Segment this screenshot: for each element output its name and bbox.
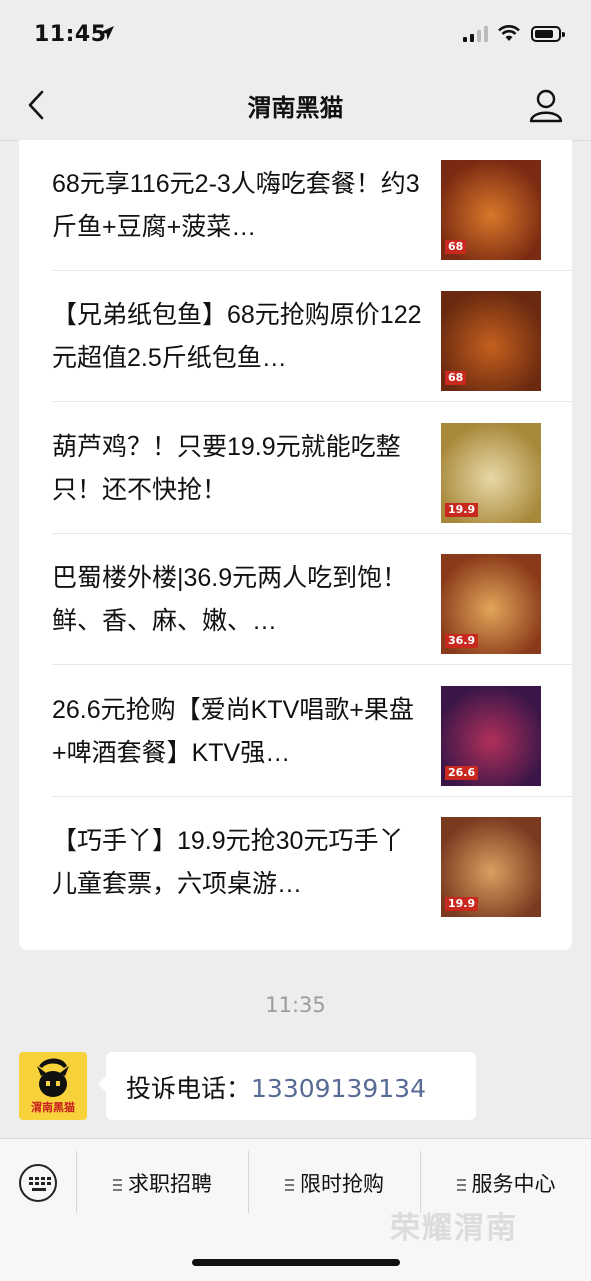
location-arrow-icon [100, 26, 114, 40]
menu-tab-label: 服务中心 [471, 1172, 556, 1196]
thumb-price: 68 [445, 371, 467, 385]
article-title: 葫芦鸡？！只要19.9元就能吃整只！还不快抢！ [52, 433, 401, 504]
profile-icon[interactable] [526, 86, 566, 124]
phone-number-link[interactable]: 13309139134 [251, 1074, 426, 1103]
signal-icon [463, 26, 488, 42]
thumb-price: 26.6 [445, 766, 479, 780]
divider [52, 664, 572, 665]
battery-icon [531, 26, 565, 42]
menu-tab-service-center[interactable]: 服务中心 [421, 1159, 591, 1209]
article-title: 巴蜀楼外楼|36.9元两人吃到饱！鲜、香、麻、嫩、… [52, 564, 408, 635]
article-title: 68元享116元2-3人嗨吃套餐！约3斤鱼+豆腐+菠菜… [52, 170, 420, 241]
menu-tab-label: 限时抢购 [300, 1172, 384, 1196]
article-list-card: 68元享116元2-3人嗨吃套餐！约3斤鱼+豆腐+菠菜… 68 【兄弟纸包鱼】6… [19, 140, 572, 950]
watermark: 荣耀渭南 [390, 1211, 518, 1246]
menu-tab-jobs[interactable]: 求职招聘 [77, 1159, 248, 1209]
menu-tab-label: 求职招聘 [128, 1172, 212, 1196]
page-title: 渭南黑猫 [247, 94, 344, 122]
black-cat-logo-icon [37, 1058, 69, 1097]
home-indicator[interactable] [192, 1259, 400, 1266]
article-item[interactable]: 68元享116元2-3人嗨吃套餐！约3斤鱼+豆腐+菠菜… 68 [19, 140, 572, 271]
article-item[interactable]: 巴蜀楼外楼|36.9元两人吃到饱！鲜、香、麻、嫩、… 36.9 [19, 534, 572, 665]
thumb-price: 68 [445, 240, 467, 254]
avatar[interactable]: 渭南黑猫 [19, 1052, 87, 1120]
complaint-label: 投诉电话： [126, 1074, 252, 1103]
article-title: 26.6元抢购【爱尚KTV唱歌+果盘+啤酒套餐】KTV强… [52, 696, 414, 767]
article-thumbnail: 19.9 [441, 817, 541, 917]
avatar-label: 渭南黑猫 [31, 1101, 75, 1114]
wifi-icon [498, 25, 520, 41]
article-title: 【巧手丫】19.9元抢30元巧手丫儿童套票，六项桌游… [52, 827, 404, 898]
nav-bar: 渭南黑猫 [0, 70, 591, 141]
divider [52, 401, 572, 402]
article-thumbnail: 36.9 [441, 554, 541, 654]
article-item[interactable]: 葫芦鸡？！只要19.9元就能吃整只！还不快抢！ 19.9 [19, 403, 572, 534]
article-title: 【兄弟纸包鱼】68元抢购原价122元超值2.5斤纸包鱼… [52, 301, 422, 372]
article-thumbnail: 68 [441, 160, 541, 260]
message-text: 投诉电话：13309139134 [126, 1069, 426, 1105]
menu-tab-flash-sale[interactable]: 限时抢购 [249, 1159, 420, 1209]
submenu-icon [285, 1179, 294, 1191]
article-thumbnail: 68 [441, 291, 541, 391]
article-item[interactable]: 【兄弟纸包鱼】68元抢购原价122元超值2.5斤纸包鱼… 68 [19, 271, 572, 402]
submenu-icon [456, 1179, 466, 1191]
status-time: 11:45 [34, 22, 107, 47]
message-timestamp: 11:35 [265, 993, 326, 1017]
article-thumbnail: 19.9 [441, 423, 541, 523]
status-bar: 11:45 [0, 0, 591, 70]
article-item[interactable]: 【巧手丫】19.9元抢30元巧手丫儿童套票，六项桌游… 19.9 [19, 797, 572, 928]
keyboard-icon[interactable] [19, 1164, 57, 1202]
article-item[interactable]: 26.6元抢购【爱尚KTV唱歌+果盘+啤酒套餐】KTV强… 26.6 [19, 666, 572, 797]
message-bubble: 投诉电话：13309139134 [98, 1052, 476, 1120]
thumb-price: 36.9 [445, 634, 479, 648]
submenu-icon [113, 1179, 122, 1191]
thumb-price: 19.9 [445, 897, 479, 911]
thumb-price: 19.9 [445, 503, 479, 517]
article-thumbnail: 26.6 [441, 686, 541, 786]
